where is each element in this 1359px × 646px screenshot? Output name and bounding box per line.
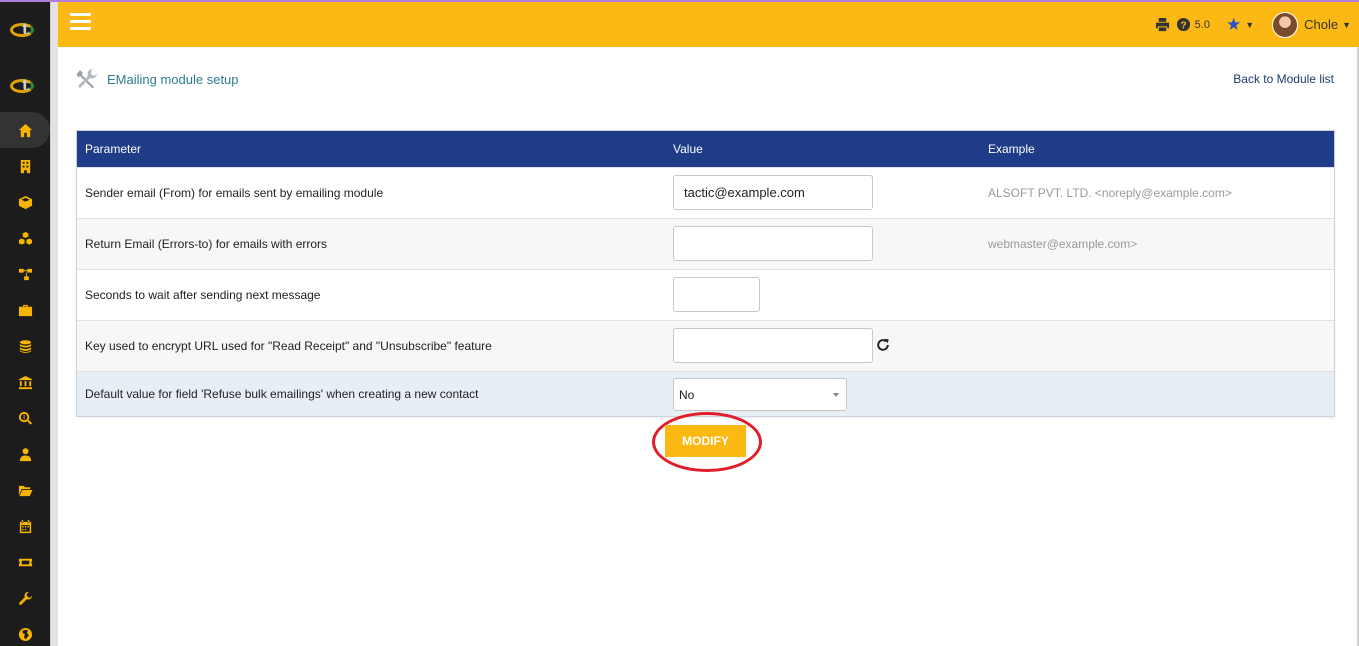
home-icon xyxy=(18,123,32,137)
sidebar-border xyxy=(50,2,58,646)
table-row: Key used to encrypt URL used for "Read R… xyxy=(77,320,1334,371)
select-value: No xyxy=(679,387,695,402)
coins-icon xyxy=(19,339,31,353)
sender-email-input[interactable] xyxy=(673,175,873,210)
sidebar-item-companies[interactable] xyxy=(0,148,50,184)
wrench-icon xyxy=(18,591,32,605)
briefcase-icon xyxy=(18,304,32,316)
search-dollar-icon xyxy=(18,411,32,425)
refresh-icon[interactable] xyxy=(876,338,890,352)
parameter-label: Seconds to wait after sending next messa… xyxy=(85,288,321,302)
table-header: Parameter Value Example xyxy=(77,131,1334,167)
sidebar-item-users[interactable] xyxy=(0,436,50,472)
sidebar-item-products[interactable] xyxy=(0,184,50,220)
table-row: Seconds to wait after sending next messa… xyxy=(77,269,1334,320)
sidebar-item-accounting[interactable] xyxy=(0,400,50,436)
building-icon xyxy=(20,159,30,173)
parameter-label: Return Email (Errors-to) for emails with… xyxy=(85,237,328,251)
sidebar: t t xyxy=(0,2,50,646)
parameter-label: Sender email (From) for emails sent by e… xyxy=(85,186,384,200)
parameter-label: Key used to encrypt URL used for "Read R… xyxy=(85,339,492,353)
sidebar-item-tickets[interactable] xyxy=(0,544,50,580)
seconds-to-wait-input[interactable] xyxy=(673,277,760,312)
username[interactable]: Chole xyxy=(1304,17,1338,32)
sidebar-item-billing[interactable] xyxy=(0,328,50,364)
user-tie-icon xyxy=(19,447,31,461)
table-row: Sender email (From) for emails sent by e… xyxy=(77,167,1334,218)
sidebar-item-home[interactable] xyxy=(0,112,50,148)
box-icon xyxy=(18,195,32,209)
sidebar-item-hrm[interactable] xyxy=(0,292,50,328)
column-header-example: Example xyxy=(988,142,1035,156)
sidebar-item-stock[interactable] xyxy=(0,220,50,256)
sidebar-nav xyxy=(0,112,50,646)
globe-icon xyxy=(18,627,32,641)
help-icon[interactable]: ? xyxy=(1176,17,1191,32)
return-email-input[interactable] xyxy=(673,226,873,261)
top-header: ? 5.0 ★ ▼ Chole ▼ xyxy=(58,2,1359,47)
table-row: Default value for field 'Refuse bulk ema… xyxy=(77,371,1334,416)
back-to-module-list-link[interactable]: Back to Module list xyxy=(1233,72,1334,86)
settings-table: Parameter Value Example Sender email (Fr… xyxy=(76,130,1335,417)
example-text: ALSOFT PVT. LTD. <noreply@example.com> xyxy=(988,186,1232,200)
cubes-icon xyxy=(18,231,32,245)
parameter-label: Default value for field 'Refuse bulk ema… xyxy=(85,387,479,401)
column-header-value: Value xyxy=(673,142,703,156)
print-icon[interactable] xyxy=(1155,17,1170,32)
sitemap-icon xyxy=(18,268,32,280)
chevron-down-icon xyxy=(833,393,839,397)
calendar-icon xyxy=(19,519,31,533)
sidebar-item-bank[interactable] xyxy=(0,364,50,400)
sidebar-item-agenda[interactable] xyxy=(0,508,50,544)
sidebar-item-website[interactable] xyxy=(0,616,50,646)
example-text: webmaster@example.com> xyxy=(988,237,1138,251)
bookmark-dropdown-chevron-icon[interactable]: ▼ xyxy=(1245,20,1254,30)
refuse-bulk-emailings-select[interactable]: No xyxy=(673,378,847,411)
page-title: EMailing module setup xyxy=(107,72,239,87)
tools-icon xyxy=(76,69,97,89)
modify-button[interactable]: MODIFY xyxy=(665,425,746,457)
sidebar-item-tools[interactable] xyxy=(0,580,50,616)
user-dropdown-chevron-icon[interactable]: ▼ xyxy=(1342,20,1351,30)
sidebar-item-projects[interactable] xyxy=(0,256,50,292)
bookmark-star-icon[interactable]: ★ xyxy=(1226,16,1241,33)
bank-icon xyxy=(18,375,32,389)
ticket-icon xyxy=(18,558,32,566)
modify-button-area: MODIFY xyxy=(652,412,762,472)
column-header-parameter: Parameter xyxy=(85,142,142,156)
avatar[interactable] xyxy=(1272,11,1299,38)
menu-toggle-icon[interactable] xyxy=(70,13,91,30)
folder-open-icon xyxy=(18,485,33,496)
company-logo[interactable]: t xyxy=(8,76,40,96)
version-label: 5.0 xyxy=(1194,18,1210,31)
svg-text:?: ? xyxy=(1180,20,1186,31)
app-logo[interactable]: t xyxy=(8,20,40,40)
table-row: Return Email (Errors-to) for emails with… xyxy=(77,218,1334,269)
encryption-key-input[interactable] xyxy=(673,328,873,363)
sidebar-item-documents[interactable] xyxy=(0,472,50,508)
